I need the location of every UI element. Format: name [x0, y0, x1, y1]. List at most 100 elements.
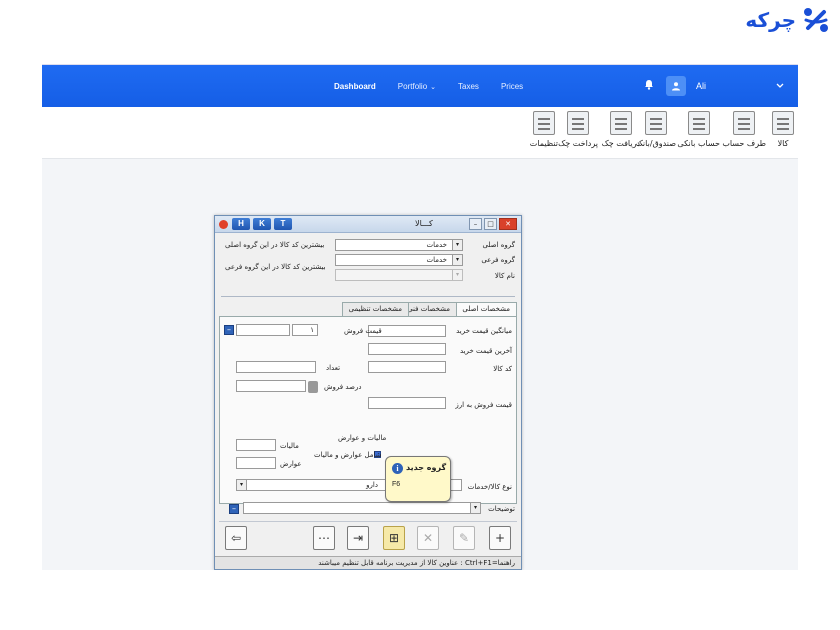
sub-group-value: خدمات	[426, 256, 447, 264]
t-button[interactable]: T	[274, 218, 292, 230]
brand-logo: چرکه	[745, 6, 830, 34]
dialog-tabs: مشخصات اصلی مشخصات فنی مشخصات تنظیمی	[215, 302, 521, 317]
receive-check-icon	[609, 111, 632, 135]
chevron-down-icon: ⌄	[430, 83, 437, 91]
sell-price-currency-input[interactable]	[368, 397, 446, 409]
chevron-down-icon: ▾	[452, 270, 462, 280]
description-input[interactable]: ▾	[243, 502, 481, 514]
tooltip-title: گروه جدید	[406, 463, 447, 472]
goods-name-label: نام کالا	[494, 272, 515, 280]
sell-percent-label: درصد فروش	[324, 383, 362, 391]
maximize-icon[interactable]: □	[484, 218, 497, 230]
avg-buy-label: میانگین قیمت خرید	[456, 327, 512, 335]
chevron-down-icon: ▾	[452, 255, 462, 265]
sell-price-currency-label: قیمت فروش به ارز	[455, 401, 512, 409]
brand-name: چرکه	[745, 8, 796, 32]
h-button[interactable]: H	[232, 218, 250, 230]
toolbar-item-label: صندوق/بانک	[635, 139, 676, 148]
dialog-titlebar[interactable]: H K T کـــالا – □ ✕	[215, 216, 521, 233]
bell-icon[interactable]	[642, 79, 656, 93]
includes-label: شامل عوارض و مالیات	[314, 451, 382, 459]
nav-taxes[interactable]: Taxes	[458, 82, 479, 91]
main-toolbar: کالا طرف حساب حساب بانکی صندوق/بانک دریا…	[42, 107, 798, 159]
status-bar: راهنما=Ctrl+F1 : عناوین کالا از مدیریت ب…	[215, 556, 521, 569]
goods-name-select[interactable]: ▾	[335, 269, 463, 281]
pay-check-icon	[567, 111, 590, 135]
top-navbar: Dashboard Portfolio ⌄ Taxes Prices Ali	[42, 65, 798, 107]
tax-input[interactable]	[236, 439, 276, 451]
toolbar-item-label: دریافت چک	[601, 139, 640, 148]
sell-percent-input[interactable]	[236, 380, 306, 392]
toolbar-item-goods[interactable]: کالا	[772, 111, 794, 148]
import-icon[interactable]: ⇥	[347, 526, 369, 550]
max-code-main-label: بیشترین کد کالا در این گروه اصلی	[225, 241, 325, 249]
toolbar-item-account-party[interactable]: طرف حساب	[722, 111, 766, 148]
sub-group-label: گروه فرعی	[481, 256, 515, 264]
type-label: نوع کالا/خدمات	[467, 483, 512, 491]
toolbar-item-settings[interactable]: تنظیمات	[530, 111, 558, 148]
toolbar-item-receive-check[interactable]: دریافت چک	[602, 111, 640, 148]
toolbar-item-cashbox-bank[interactable]: صندوق/بانک	[636, 111, 676, 148]
k-button[interactable]: K	[253, 218, 271, 230]
brand-logo-icon	[804, 8, 828, 32]
app-status-dot-icon	[219, 220, 228, 229]
tab-main-specs[interactable]: مشخصات اصلی	[455, 302, 517, 317]
tab-main-body: میانگین قیمت خرید آخرین قیمت خرید کد کال…	[219, 316, 517, 504]
avatar[interactable]	[665, 76, 686, 96]
count-input[interactable]	[236, 361, 316, 373]
user-name[interactable]: Ali	[696, 81, 706, 91]
toolbar-item-label: حساب بانکی	[677, 139, 720, 148]
duty-input[interactable]	[236, 457, 276, 469]
toolbar-item-label: پرداخت چک	[558, 139, 598, 148]
contact-card-icon	[733, 111, 756, 135]
toolbar-item-bank-account[interactable]: حساب بانکی	[677, 111, 720, 148]
add-new-icon[interactable]: +	[489, 526, 511, 550]
unit-value: ۱	[310, 326, 314, 334]
last-buy-input[interactable]	[368, 343, 446, 355]
count-label: تعداد	[326, 364, 341, 372]
new-group-tooltip: i گروه جدید F6	[385, 456, 451, 502]
more-options-icon[interactable]: ⋯	[313, 526, 335, 550]
edit-icon[interactable]: ✎	[453, 526, 475, 550]
close-icon[interactable]: ✕	[499, 218, 517, 230]
new-group-button[interactable]: ⊞	[383, 526, 405, 550]
back-arrow-icon[interactable]: ⇦	[225, 526, 247, 550]
dialog-button-bar: ⇦ ⋯ ⇥ ⊞ ✕ ✎ +	[219, 521, 517, 553]
main-group-select[interactable]: ▾ خدمات	[335, 239, 463, 251]
percent-slider-handle[interactable]	[308, 381, 318, 393]
goods-code-label: کد کالا	[493, 365, 512, 373]
goods-dialog: H K T کـــالا – □ ✕ گروه اصلی ▾ خدمات بی…	[214, 215, 522, 570]
tooltip-shortcut: F6	[392, 481, 401, 488]
unit-stepper[interactable]: ۱	[292, 324, 318, 336]
hkt-buttons: H K T	[232, 218, 292, 230]
user-menu-chevron-icon[interactable]	[776, 82, 784, 91]
sell-price-label: قیمت فروش	[344, 327, 382, 335]
duty-label: عوارض	[280, 460, 302, 468]
nav-portfolio[interactable]: Portfolio ⌄	[398, 82, 436, 91]
bank-account-icon	[687, 111, 710, 135]
chevron-down-icon: ▾	[237, 480, 247, 490]
nav-dashboard[interactable]: Dashboard	[334, 82, 376, 91]
minimize-icon[interactable]: –	[469, 218, 482, 230]
tax-label: مالیات	[280, 442, 299, 450]
sell-price-input[interactable]	[236, 324, 290, 336]
main-group-value: خدمات	[426, 241, 447, 249]
toolbar-item-pay-check[interactable]: پرداخت چک	[558, 111, 598, 148]
header-separator	[221, 296, 515, 297]
window-controls: – □ ✕	[469, 218, 517, 230]
sub-group-select[interactable]: ▾ خدمات	[335, 254, 463, 266]
nav-portfolio-label: Portfolio	[397, 81, 428, 91]
max-code-sub-label: بیشترین کد کالا در این گروه فرعی	[225, 263, 326, 271]
description-expand-icon[interactable]: –	[229, 504, 239, 514]
info-icon: i	[392, 463, 403, 474]
delete-icon[interactable]: ✕	[417, 526, 439, 550]
taxes-group-label: مالیات و عوارض	[338, 434, 387, 442]
cashbox-icon	[644, 111, 667, 135]
nav-prices[interactable]: Prices	[501, 82, 523, 91]
sell-price-expand-icon[interactable]: –	[224, 325, 234, 335]
toolbar-item-label: طرف حساب	[722, 139, 766, 148]
last-buy-label: آخرین قیمت خرید	[459, 347, 512, 355]
description-label: توضیحات	[488, 505, 515, 513]
tab-setting-specs[interactable]: مشخصات تنظیمی	[341, 302, 409, 316]
goods-code-input[interactable]	[368, 361, 446, 373]
